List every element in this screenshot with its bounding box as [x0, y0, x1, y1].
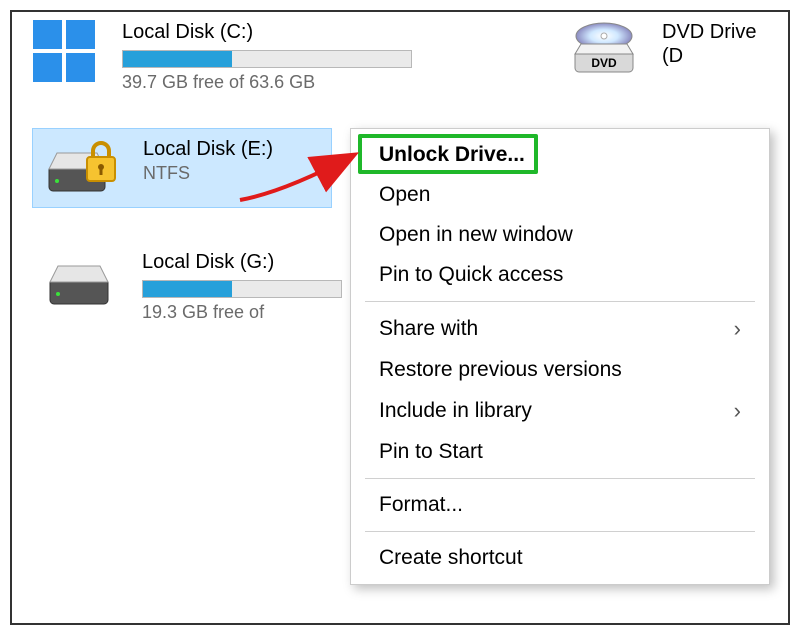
menu-item-label: Create shortcut — [379, 546, 523, 570]
drive-g-label: Local Disk (G:) — [142, 250, 340, 274]
chevron-right-icon: › — [734, 398, 741, 424]
menu-item-restore-previous-versions[interactable]: Restore previous versions — [351, 350, 769, 390]
menu-separator — [365, 531, 755, 532]
menu-item-share-with[interactable]: Share with › — [351, 308, 769, 350]
menu-item-label: Unlock Drive... — [379, 143, 525, 167]
menu-item-include-in-library[interactable]: Include in library › — [351, 390, 769, 432]
drive-c[interactable]: Local Disk (C:) 39.7 GB free of 63.6 GB — [12, 12, 552, 101]
menu-separator — [365, 301, 755, 302]
drive-dvd[interactable]: DVD DVD Drive (D — [552, 12, 788, 101]
dvd-drive-icon: DVD — [564, 20, 644, 82]
menu-item-label: Include in library — [379, 399, 532, 423]
drive-c-usage-bar — [122, 50, 412, 68]
menu-item-label: Restore previous versions — [379, 358, 622, 382]
drive-e-fs: NTFS — [143, 163, 319, 184]
drive-c-usage-fill — [123, 51, 232, 67]
drive-g-usage-fill — [143, 281, 232, 297]
drive-c-freespace: 39.7 GB free of 63.6 GB — [122, 72, 540, 93]
menu-item-label: Open — [379, 183, 430, 207]
menu-item-format[interactable]: Format... — [351, 485, 769, 525]
locked-drive-icon — [45, 137, 125, 199]
menu-item-open-in-new-window[interactable]: Open in new window — [351, 215, 769, 255]
menu-item-label: Pin to Start — [379, 440, 483, 464]
drive-c-label: Local Disk (C:) — [122, 20, 540, 44]
svg-text:DVD: DVD — [591, 56, 617, 70]
menu-item-label: Share with — [379, 317, 478, 341]
menu-item-create-shortcut[interactable]: Create shortcut — [351, 538, 769, 578]
drive-e[interactable]: Local Disk (E:) NTFS — [32, 128, 332, 208]
drive-g[interactable]: Local Disk (G:) 19.3 GB free of — [32, 242, 352, 331]
menu-item-label: Format... — [379, 493, 463, 517]
drive-e-label: Local Disk (E:) — [143, 137, 319, 161]
menu-separator — [365, 478, 755, 479]
menu-item-label: Pin to Quick access — [379, 263, 563, 287]
drive-g-freespace: 19.3 GB free of — [142, 302, 340, 323]
menu-item-pin-to-quick-access[interactable]: Pin to Quick access — [351, 255, 769, 295]
hdd-icon — [44, 250, 124, 312]
menu-item-label: Open in new window — [379, 223, 573, 247]
menu-item-open[interactable]: Open — [351, 175, 769, 215]
drive-dvd-label: DVD Drive (D — [662, 20, 776, 68]
menu-item-unlock-drive[interactable]: Unlock Drive... — [351, 135, 769, 175]
context-menu: Unlock Drive... Open Open in new window Pin… — [350, 128, 770, 585]
drive-g-usage-bar — [142, 280, 342, 298]
windows-logo-icon — [24, 20, 104, 82]
chevron-right-icon: › — [734, 316, 741, 342]
menu-item-pin-to-start[interactable]: Pin to Start — [351, 432, 769, 472]
explorer-window: Local Disk (C:) 39.7 GB free of 63.6 GB … — [10, 10, 790, 625]
